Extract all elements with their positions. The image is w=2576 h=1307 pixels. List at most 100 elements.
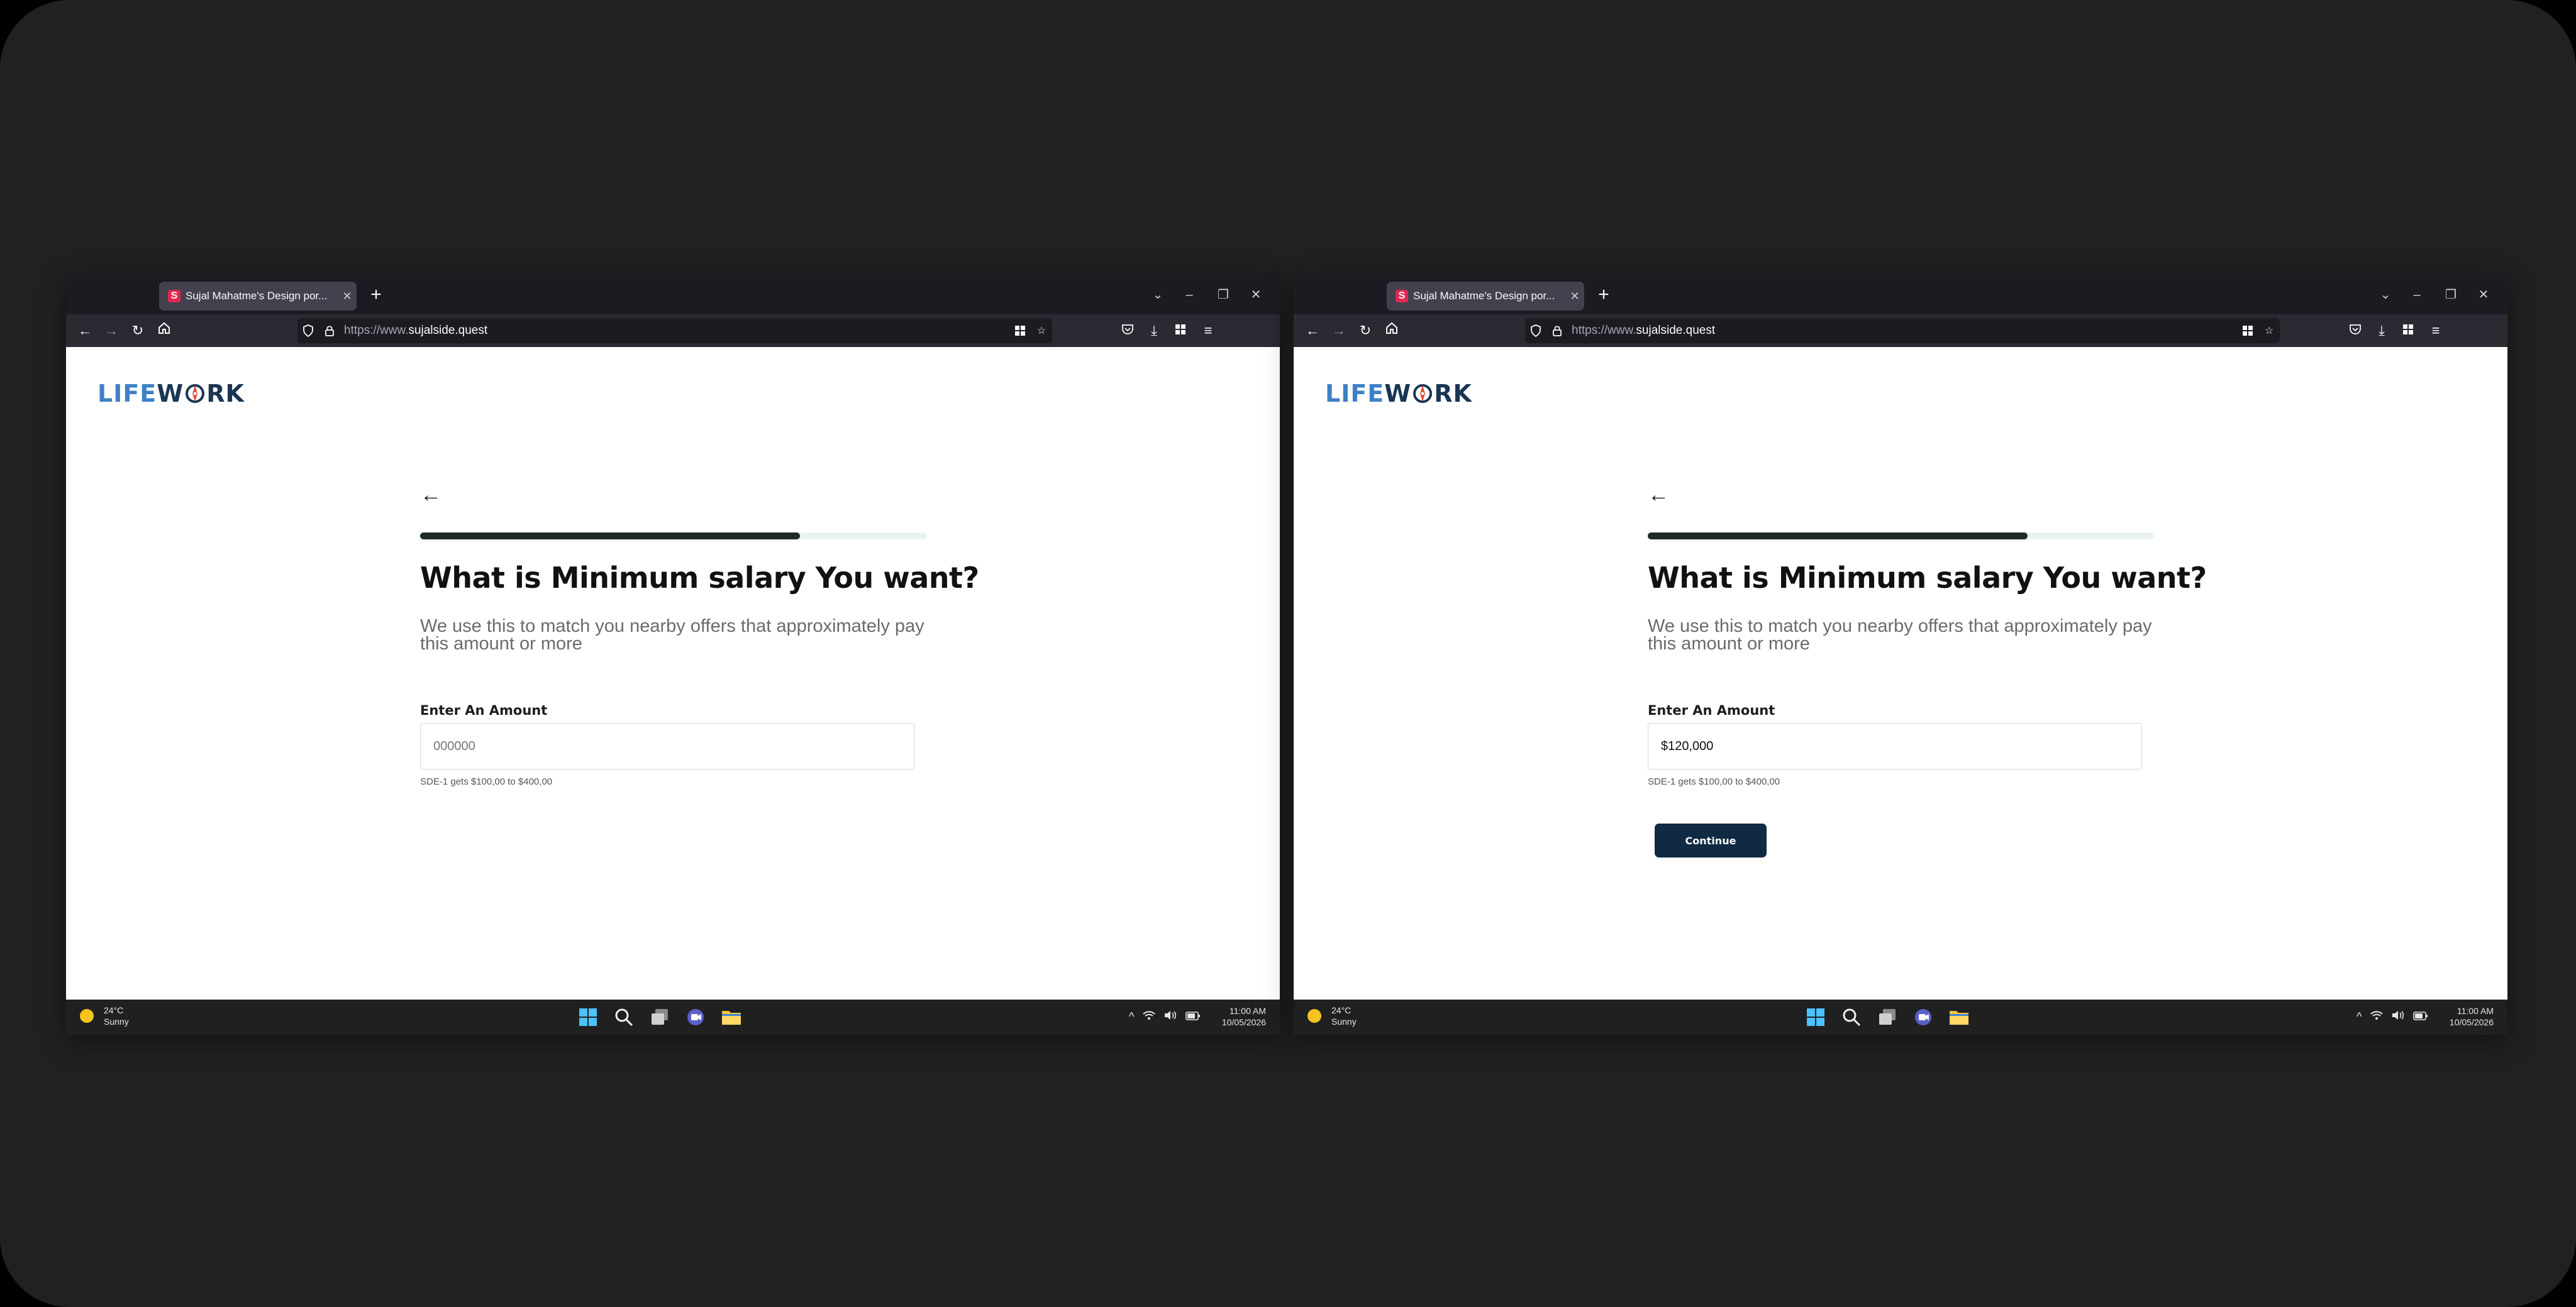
- file-explorer-icon[interactable]: [1946, 1005, 1972, 1030]
- minimize-icon[interactable]: –: [2404, 283, 2429, 307]
- clock-date: 10/05/2026: [2449, 1017, 2494, 1027]
- taskbar-apps: [1803, 1005, 1982, 1030]
- pocket-icon[interactable]: [1116, 319, 1139, 342]
- clock[interactable]: 11:00 AM 10/05/2026: [1222, 1005, 1266, 1028]
- progress-bar: [1648, 532, 2154, 539]
- browser-tab[interactable]: S Sujal Mahatme's Design por... ✕: [1387, 282, 1584, 311]
- navigation-bar: ← → ↻ https://www.sujalside.quest ☆ ⤓ ≡: [66, 314, 1280, 347]
- downloads-icon[interactable]: ⤓: [2370, 319, 2393, 342]
- new-tab-icon[interactable]: +: [365, 283, 387, 307]
- weather-desc: Sunny: [1331, 1017, 1357, 1027]
- url-prefix: https://www.: [1572, 324, 1636, 337]
- qr-grid-icon[interactable]: [1009, 318, 1031, 343]
- menu-icon[interactable]: ≡: [1197, 319, 1219, 342]
- forward-icon[interactable]: →: [100, 319, 123, 342]
- desktop-canvas: S Sujal Mahatme's Design por... ✕ + ⌄ – …: [0, 0, 2576, 1307]
- clock-time: 11:00 AM: [1229, 1006, 1266, 1016]
- url-domain: sujalside.quest: [408, 324, 488, 337]
- home-icon[interactable]: [153, 319, 175, 342]
- battery-icon[interactable]: [1185, 1010, 1201, 1023]
- bookmark-star-icon[interactable]: ☆: [2258, 318, 2280, 343]
- reload-icon[interactable]: ↻: [1354, 319, 1377, 342]
- restore-icon[interactable]: ❐: [1211, 283, 1236, 307]
- logo-text-life: LIFE: [97, 380, 157, 407]
- back-arrow-icon[interactable]: ←: [420, 484, 445, 505]
- close-window-icon[interactable]: ✕: [2471, 283, 2496, 307]
- compass-icon: [1413, 384, 1433, 403]
- forward-icon[interactable]: →: [1328, 319, 1350, 342]
- web-page: LIFE W RK ← What is Minimum salary You wan…: [1294, 347, 2507, 1000]
- url-text: https://www.sujalside.quest: [1572, 324, 1715, 338]
- list-all-tabs-icon[interactable]: ⌄: [2373, 283, 2398, 307]
- browser-window-right: S Sujal Mahatme's Design por... ✕ + ⌄ – …: [1294, 274, 2507, 1035]
- url-text: https://www.sujalside.quest: [344, 324, 487, 338]
- tab-close-icon[interactable]: ✕: [1565, 290, 1584, 303]
- logo-text-rk: RK: [206, 380, 245, 407]
- minimize-icon[interactable]: –: [1177, 283, 1202, 307]
- amount-input[interactable]: [1648, 723, 2142, 769]
- pocket-icon[interactable]: [2344, 319, 2367, 342]
- page-subtitle: We use this to match you nearby offers t…: [420, 616, 924, 654]
- qr-grid-icon[interactable]: [2237, 318, 2258, 343]
- browser-tab[interactable]: S Sujal Mahatme's Design por... ✕: [159, 282, 357, 311]
- tracking-shield-icon[interactable]: [1525, 318, 1546, 343]
- new-tab-icon[interactable]: +: [1592, 283, 1615, 307]
- task-view-icon[interactable]: [1875, 1005, 1900, 1030]
- tab-title: Sujal Mahatme's Design por...: [1413, 290, 1555, 302]
- chevron-up-icon[interactable]: ^: [2357, 1010, 2362, 1023]
- amount-label: Enter An Amount: [420, 703, 548, 718]
- taskbar-apps: [575, 1005, 755, 1030]
- chat-icon[interactable]: [683, 1005, 708, 1030]
- back-icon[interactable]: ←: [1301, 319, 1324, 342]
- bookmark-star-icon[interactable]: ☆: [1031, 318, 1052, 343]
- home-icon[interactable]: [1380, 319, 1403, 342]
- system-tray: ^: [2357, 1010, 2437, 1023]
- chevron-up-icon[interactable]: ^: [1129, 1010, 1134, 1023]
- page-title: What is Minimum salary You want?: [420, 561, 979, 595]
- tab-close-icon[interactable]: ✕: [338, 290, 357, 303]
- system-tray: ^: [1129, 1010, 1209, 1023]
- clock[interactable]: 11:00 AM 10/05/2026: [2450, 1005, 2494, 1028]
- search-icon[interactable]: [1839, 1005, 1864, 1030]
- weather-widget[interactable]: 24°C Sunny: [80, 1005, 129, 1027]
- task-view-icon[interactable]: [647, 1005, 672, 1030]
- extensions-icon[interactable]: [2397, 319, 2419, 342]
- back-arrow-icon[interactable]: ←: [1648, 484, 1673, 505]
- downloads-icon[interactable]: ⤓: [1143, 319, 1165, 342]
- list-all-tabs-icon[interactable]: ⌄: [1145, 283, 1170, 307]
- web-page: LIFE W RK ← What is Minimum salary You wan…: [66, 347, 1280, 1000]
- lifework-logo[interactable]: LIFE W RK: [97, 380, 245, 407]
- continue-button[interactable]: Continue: [1655, 824, 1767, 858]
- windows-start-icon[interactable]: [1803, 1005, 1828, 1030]
- speaker-icon[interactable]: [1164, 1010, 1177, 1023]
- search-icon[interactable]: [611, 1005, 636, 1030]
- address-bar[interactable]: https://www.sujalside.quest ☆: [1525, 318, 2280, 343]
- tab-title: Sujal Mahatme's Design por...: [186, 290, 328, 302]
- windows-start-icon[interactable]: [575, 1005, 601, 1030]
- speaker-icon[interactable]: [2392, 1010, 2404, 1023]
- lock-icon[interactable]: [1546, 318, 1568, 343]
- progress-fill: [420, 532, 800, 539]
- reload-icon[interactable]: ↻: [126, 319, 149, 342]
- amount-input[interactable]: [420, 723, 914, 769]
- wifi-icon[interactable]: [2370, 1010, 2384, 1023]
- weather-widget[interactable]: 24°C Sunny: [1307, 1005, 1357, 1027]
- file-explorer-icon[interactable]: [719, 1005, 744, 1030]
- chat-icon[interactable]: [1911, 1005, 1936, 1030]
- restore-icon[interactable]: ❐: [2438, 283, 2463, 307]
- amount-label: Enter An Amount: [1648, 703, 1775, 718]
- back-icon[interactable]: ←: [74, 319, 96, 342]
- extensions-icon[interactable]: [1169, 319, 1192, 342]
- menu-icon[interactable]: ≡: [2424, 319, 2447, 342]
- tab-strip: S Sujal Mahatme's Design por... ✕ + ⌄ – …: [1294, 274, 2507, 314]
- navigation-bar: ← → ↻ https://www.sujalside.quest ☆ ⤓ ≡: [1294, 314, 2507, 347]
- logo-text-w: W: [1384, 380, 1412, 407]
- address-bar[interactable]: https://www.sujalside.quest ☆: [297, 318, 1052, 343]
- wifi-icon[interactable]: [1143, 1010, 1156, 1023]
- sun-icon: [80, 1009, 94, 1023]
- lifework-logo[interactable]: LIFE W RK: [1325, 380, 1472, 407]
- tracking-shield-icon[interactable]: [297, 318, 319, 343]
- battery-icon[interactable]: [2413, 1010, 2428, 1023]
- lock-icon[interactable]: [319, 318, 340, 343]
- close-window-icon[interactable]: ✕: [1243, 283, 1269, 307]
